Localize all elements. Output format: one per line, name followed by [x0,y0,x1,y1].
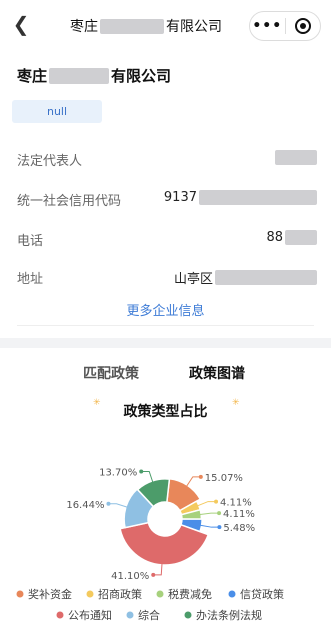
label-dot [217,511,222,516]
company-info-card: 枣庄 有限公司 null 法定代表人 统一社会信用代码 9137 电话 88 地… [0,50,331,338]
legend-marker [16,590,24,598]
legend-marker [126,611,134,619]
close-target-icon[interactable] [285,18,320,34]
redacted-block [49,67,110,84]
pie-chart: 15.07% 4.11%4.11% 5.48% 41.10% 16.44% 13.70% 奖… [16,467,284,622]
legend-label[interactable]: 公布通知 [68,608,112,622]
row-value: 88 [266,230,317,245]
company-name-prefix: 枣庄 [17,67,48,85]
redacted-block [100,18,164,34]
legend-label[interactable]: 办法条例法规 [196,608,262,622]
row-value: 9137 [164,190,317,205]
label-dot [214,499,219,504]
divider [17,325,314,326]
data-label-15.07: 15.07% [205,473,243,484]
nav-title-prefix: 枣庄 [70,19,98,35]
data-label-4.11: 4.11% [223,509,255,520]
label-leader-line [108,503,129,508]
more-company-info-link[interactable]: 更多企业信息 [0,300,331,319]
row-value: 山亭区 [174,268,317,287]
label-leader-line [199,512,220,516]
legend-label[interactable]: 税费减免 [168,587,212,601]
row-label: 地址 [17,272,44,287]
legend-marker [156,590,164,598]
nav-title: 枣庄 有限公司 [70,15,222,37]
legend-label[interactable]: 招商政策 [98,587,142,601]
row-label: 电话 [17,234,44,249]
policy-panel: 匹配政策 政策图谱 ✳ 政策类型占比 ✳ 15.07% 4.11% 4.11% 5.4… [0,348,331,637]
more-dots-icon[interactable]: ••• [250,12,285,40]
info-row-address: 地址 山亭区 [17,265,317,289]
row-value [275,150,317,165]
label-dot [139,469,144,474]
legend-label[interactable]: 信贷政策 [240,587,284,601]
legend-marker [184,611,192,619]
info-row-legal-rep: 法定代表人 [17,147,317,171]
company-name: 枣庄 有限公司 [17,65,171,86]
status-badge: null [12,100,102,123]
info-row-phone: 电话 88 [17,227,317,251]
legend-label[interactable]: 奖补资金 [28,587,72,601]
data-label-41.10: 41.10% [111,571,149,582]
legend-marker [56,611,64,619]
data-label-13.70: 13.70% [99,467,137,478]
label-dot [198,474,203,479]
back-arrow-icon[interactable]: ❮ [10,12,32,36]
nav-title-suffix: 有限公司 [166,19,222,35]
info-row-credit-code: 统一社会信用代码 9137 [17,187,317,211]
label-leader-line [196,501,217,507]
row-label: 统一社会信用代码 [17,194,122,209]
mini-program-capsule: ••• [249,11,321,41]
legend-marker [86,590,94,598]
label-leader-line [199,524,220,528]
row-label: 法定代表人 [17,154,83,169]
legend-label[interactable]: 综合 [138,608,160,622]
navigation-bar: ❮ 枣庄 有限公司 ••• [0,0,331,50]
label-dot [106,501,111,506]
company-name-suffix: 有限公司 [111,67,172,85]
label-dot [151,572,156,577]
data-label-4.11: 4.11% [220,498,252,509]
legend-marker [228,590,236,598]
data-label-5.48: 5.48% [223,523,255,534]
data-label-16.44: 16.44% [66,500,104,511]
label-dot [217,525,222,530]
